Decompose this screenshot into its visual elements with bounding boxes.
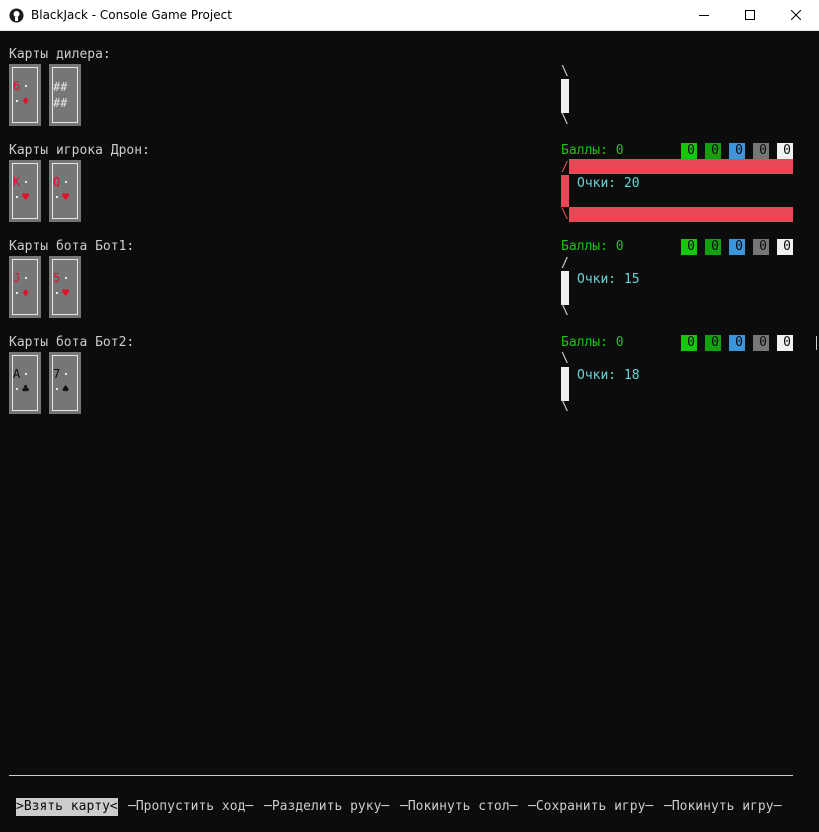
dealer-bar: [561, 79, 569, 113]
chip: 0: [753, 239, 769, 255]
bot-bar: [561, 367, 569, 401]
dealer-slash-bottom: \: [561, 112, 569, 127]
chip: 0: [681, 143, 697, 159]
chip: 0: [729, 335, 745, 351]
diamond-suit-icon: ♦: [22, 94, 30, 108]
chip: 0: [681, 335, 697, 351]
bot-slash-bottom: \: [561, 399, 569, 414]
balls-label: Баллы: 0: [561, 335, 624, 350]
chip: 0: [705, 239, 721, 255]
menu-item-split-hand[interactable]: ─Разделить руку─: [264, 798, 389, 816]
club-suit-icon: ♣: [22, 382, 30, 396]
close-button[interactable]: [773, 0, 819, 31]
chip: 0: [777, 143, 793, 159]
player-card: K ♥: [9, 160, 41, 222]
bot-slash-top: /: [561, 256, 569, 271]
minimize-button[interactable]: [681, 0, 727, 31]
minimize-icon: [699, 15, 709, 16]
console-area: Карты дилера: 6 ♦ ## ## \ \ Карты игрока…: [0, 31, 819, 832]
chip: 0: [753, 143, 769, 159]
text-cursor: [816, 336, 817, 350]
bot-slash-top: \: [561, 351, 569, 366]
score-label: Очки: 15: [577, 272, 640, 287]
player-card: Q ♥: [49, 160, 81, 222]
card-rank: J: [13, 271, 21, 285]
card-back-bottom: ##: [53, 96, 68, 110]
maximize-button[interactable]: [727, 0, 773, 31]
score-label: Очки: 18: [577, 368, 640, 383]
player-slash-bottom: \: [561, 207, 569, 222]
diamond-suit-icon: ♦: [22, 286, 30, 300]
card-rank: 7: [53, 367, 61, 381]
menu-item-skip-turn[interactable]: ─Пропустить ход─: [128, 798, 253, 816]
bot-card: 5 ♥: [49, 256, 81, 318]
active-bar-bottom: [569, 207, 793, 222]
heart-suit-icon: ♥: [62, 190, 70, 204]
chip: 0: [777, 335, 793, 351]
active-bar-top: [569, 159, 793, 174]
card-rank: 5: [53, 271, 61, 285]
dealer-slash-top: \: [561, 64, 569, 79]
card-back-top: ##: [53, 80, 68, 94]
card-rank: A: [13, 367, 21, 381]
score-label: Очки: 20: [577, 176, 640, 191]
chip: 0: [681, 239, 697, 255]
menu-item-leave-table[interactable]: ─Покинуть стол─: [400, 798, 517, 816]
close-icon: [791, 10, 801, 20]
heart-suit-icon: ♥: [22, 190, 30, 204]
chip: 0: [729, 239, 745, 255]
chip: 0: [705, 335, 721, 351]
chip: 0: [729, 143, 745, 159]
dealer-card: 6 ♦: [9, 64, 41, 126]
menu-divider: [9, 775, 793, 776]
active-bar-left: [561, 175, 569, 207]
balls-label: Баллы: 0: [561, 143, 624, 158]
card-rank: Q: [53, 175, 61, 189]
menu-item-take-card[interactable]: >Взять карту<: [16, 798, 118, 816]
window-title: BlackJack - Console Game Project: [31, 8, 232, 22]
bot-card: A ♣: [9, 352, 41, 414]
player-label: Карты игрока Дрон:: [9, 143, 150, 158]
bot-card: 7 ♠: [49, 352, 81, 414]
bot-bar: [561, 271, 569, 305]
menu-item-quit-game[interactable]: ─Покинуть игру─: [664, 798, 781, 816]
bot-label: Карты бота Бот2:: [9, 335, 135, 350]
blackjack-app-icon: [9, 8, 24, 23]
player-slash-top: /: [561, 160, 569, 175]
chip: 0: [705, 143, 721, 159]
bot-label: Карты бота Бот1:: [9, 239, 135, 254]
title-bar: BlackJack - Console Game Project: [0, 0, 819, 31]
dealer-label: Карты дилера:: [9, 47, 111, 62]
heart-suit-icon: ♥: [62, 286, 70, 300]
spade-suit-icon: ♠: [62, 382, 70, 396]
card-rank: 6: [13, 79, 21, 93]
chip: 0: [777, 239, 793, 255]
dealer-hidden-card: ## ##: [49, 64, 81, 126]
card-rank: K: [13, 175, 21, 189]
bot-slash-bottom: \: [561, 303, 569, 318]
menu-item-save-game[interactable]: ─Сохранить игру─: [528, 798, 653, 816]
chip: 0: [753, 335, 769, 351]
balls-label: Баллы: 0: [561, 239, 624, 254]
bot-card: J ♦: [9, 256, 41, 318]
maximize-icon: [745, 10, 755, 20]
